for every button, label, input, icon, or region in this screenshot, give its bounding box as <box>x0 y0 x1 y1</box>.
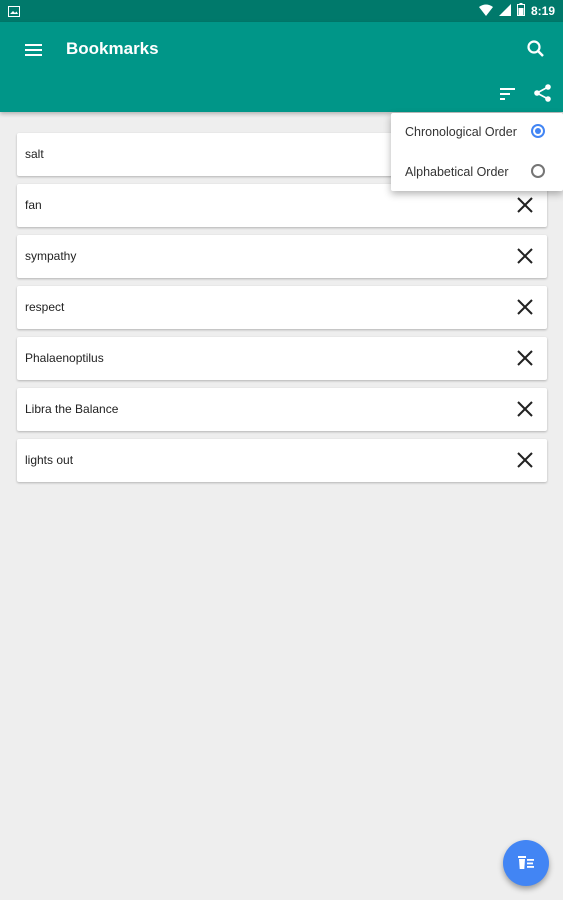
close-icon[interactable] <box>515 450 535 470</box>
radio-selected-icon[interactable] <box>531 124 545 138</box>
close-icon[interactable] <box>515 195 535 215</box>
menu-icon[interactable] <box>22 38 46 62</box>
bookmark-label: lights out <box>25 453 74 467</box>
sort-option-label: Chronological Order <box>405 125 517 139</box>
clock: 8:19 <box>530 4 555 18</box>
image-icon <box>8 4 20 22</box>
bookmark-item[interactable]: Libra the Balance <box>17 388 547 431</box>
close-icon[interactable] <box>515 297 535 317</box>
bookmark-label: respect <box>25 300 65 314</box>
signal-icon <box>498 3 511 19</box>
bookmark-label: fan <box>25 198 42 212</box>
bookmark-label: Phalaenoptilus <box>25 351 104 365</box>
sort-menu: Chronological Order Alphabetical Order <box>391 113 563 191</box>
sort-option-label: Alphabetical Order <box>405 165 509 179</box>
status-bar: 8:19 <box>0 0 563 22</box>
bookmark-item[interactable]: respect <box>17 286 547 329</box>
close-icon[interactable] <box>515 246 535 266</box>
bookmark-label: sympathy <box>25 249 77 263</box>
sort-icon[interactable] <box>498 84 518 104</box>
bookmark-item[interactable]: Phalaenoptilus <box>17 337 547 380</box>
app-bar: Bookmarks <box>0 22 563 112</box>
delete-all-icon <box>518 856 534 869</box>
bookmark-label: salt <box>25 147 44 161</box>
share-icon[interactable] <box>533 83 553 103</box>
close-icon[interactable] <box>515 399 535 419</box>
bookmark-item[interactable]: lights out <box>17 439 547 482</box>
sort-option-chronological[interactable]: Chronological Order <box>391 113 563 151</box>
search-icon[interactable] <box>525 38 547 60</box>
page-title: Bookmarks <box>66 39 159 58</box>
bookmark-item[interactable]: sympathy <box>17 235 547 278</box>
battery-icon <box>516 3 525 19</box>
close-icon[interactable] <box>515 348 535 368</box>
sort-option-alphabetical[interactable]: Alphabetical Order <box>391 153 563 191</box>
radio-unselected-icon[interactable] <box>531 164 545 178</box>
bookmark-label: Libra the Balance <box>25 402 119 416</box>
wifi-icon <box>478 4 493 19</box>
delete-all-button[interactable] <box>503 840 549 886</box>
